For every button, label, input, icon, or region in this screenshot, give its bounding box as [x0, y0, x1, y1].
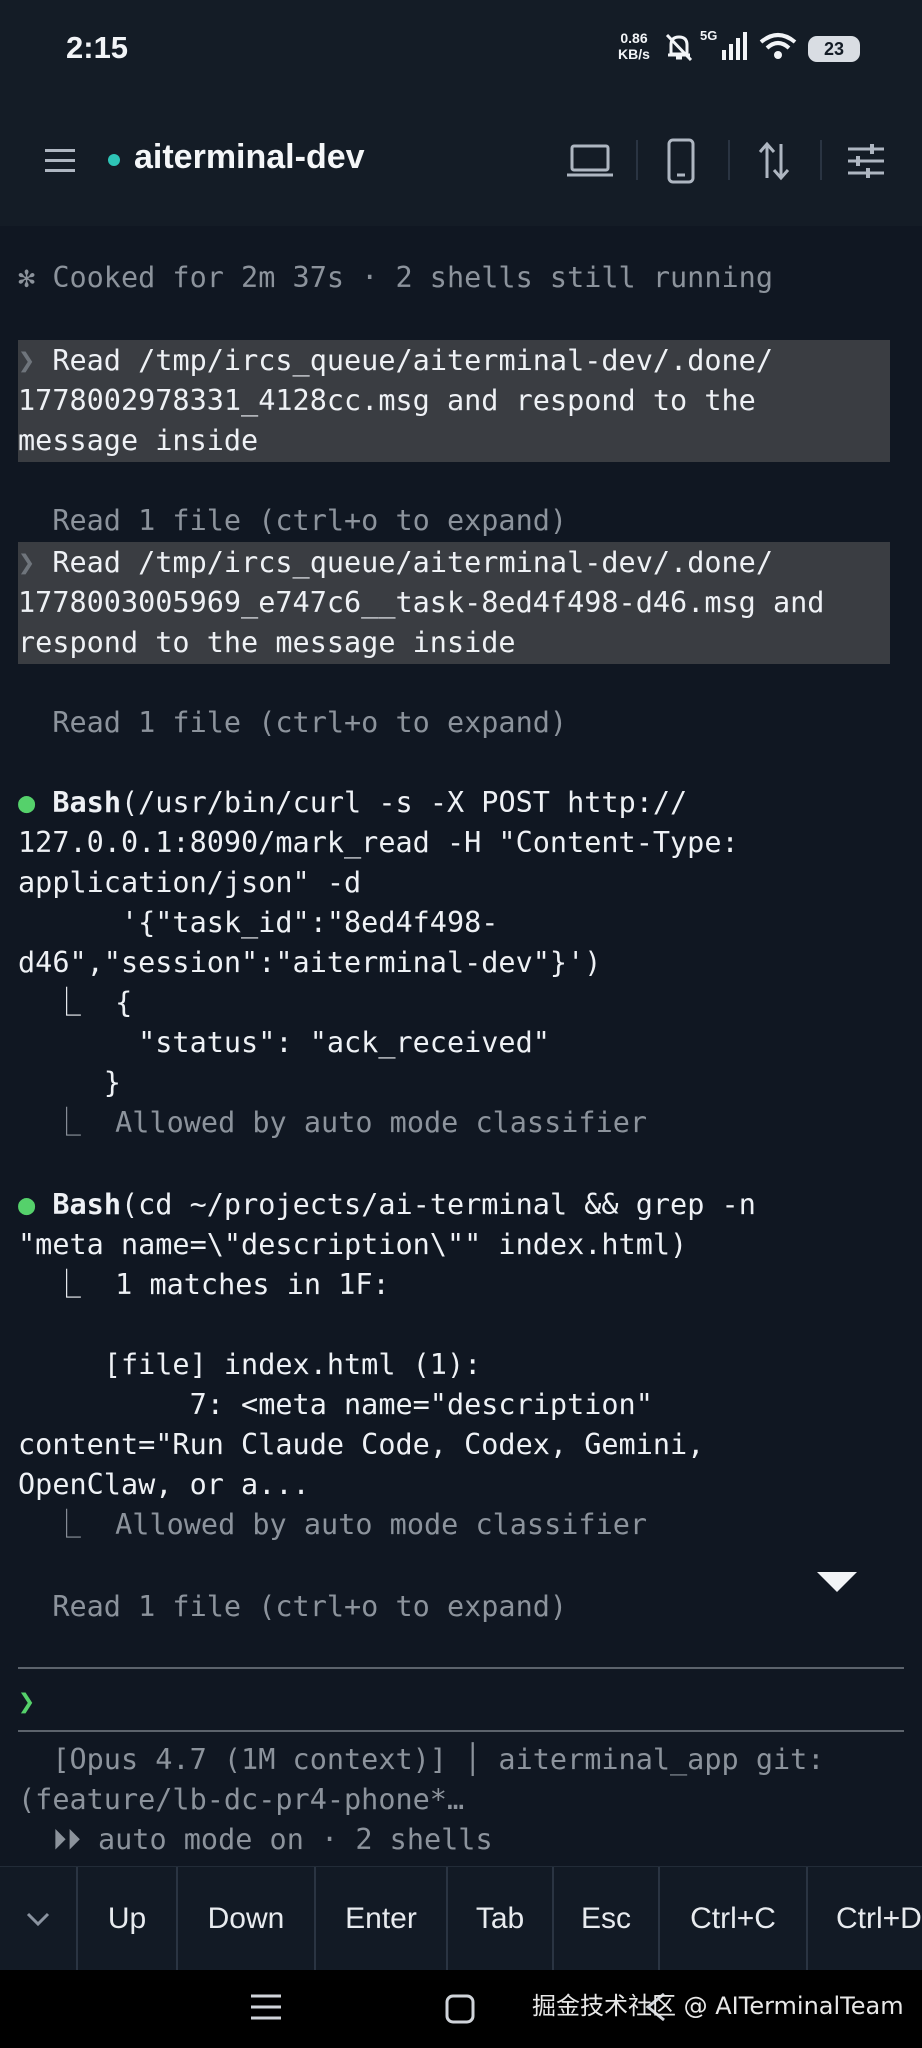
key-enter-button[interactable]: Enter [316, 1867, 448, 1971]
user-prompt-line: message inside [18, 424, 259, 457]
bash-output-line: } [18, 1066, 121, 1099]
status-line: ⏵⏵ auto mode on · 2 shells [18, 1823, 493, 1856]
prompt-chevron-icon: ❯ [18, 546, 36, 579]
input-prompt[interactable]: ❯ [18, 1682, 35, 1722]
key-ctrl-c-button[interactable]: Ctrl+C [660, 1867, 808, 1971]
toolbar-divider [636, 140, 638, 180]
key-ctrl-d-button[interactable]: Ctrl+D [808, 1867, 922, 1971]
user-prompt-line: ❯ Read /tmp/ircs_queue/aiterminal-dev/.d… [18, 344, 773, 377]
laptop-icon[interactable] [564, 136, 616, 186]
bash-output-line: OpenClaw, or a... [18, 1468, 310, 1501]
key-esc-button[interactable]: Esc [554, 1867, 660, 1971]
watermark-text: 掘金技术社区 @ AITerminalTeam [532, 1992, 904, 2020]
network-speed-value: 0.86 [620, 30, 648, 46]
key-up-button[interactable]: Up [78, 1867, 178, 1971]
status-time: 2:15 [66, 30, 129, 65]
special-keys-bar: Up Down Enter Tab Esc Ctrl+C Ctrl+D [0, 1866, 922, 1971]
mute-bell-icon [662, 30, 696, 68]
bash-command-line: ● Bash(cd ~/projects/ai-terminal && grep… [18, 1188, 756, 1221]
user-prompt-line: respond to the message inside [18, 626, 516, 659]
session-title[interactable]: aiterminal-dev [134, 138, 365, 177]
bash-command-line: ● Bash(/usr/bin/curl -s -X POST http:// [18, 786, 688, 819]
chevron-down-icon [26, 1912, 50, 1927]
home-icon[interactable] [443, 1992, 477, 2030]
user-prompt-line: 1778003005969_e747c6__task-8ed4f498-d46.… [18, 586, 825, 619]
input-divider [18, 1730, 904, 1732]
bash-command-line: application/json" -d [18, 866, 362, 899]
read-file-note[interactable]: Read 1 file (ctrl+o to expand) [18, 703, 567, 743]
permission-note: ⎿ Allowed by auto mode classifier [18, 1106, 648, 1139]
bash-output-line: ⎿ 1 matches in 1F: [18, 1268, 390, 1301]
sliders-icon[interactable] [840, 136, 892, 186]
key-tab-button[interactable]: Tab [448, 1867, 554, 1971]
prompt-chevron-icon: ❯ [18, 344, 36, 377]
bash-command-line: "meta name=\"description\"" index.html) [18, 1228, 688, 1261]
bash-output-line: 7: <meta name="description" [18, 1388, 653, 1421]
bash-command-line: d46","session":"aiterminal-dev"}') [18, 946, 602, 979]
bash-output-line: [file] index.html (1): [18, 1348, 482, 1381]
recent-apps-icon[interactable] [248, 1992, 284, 2026]
wifi-icon [758, 30, 798, 66]
session-status-dot [108, 154, 120, 166]
system-status-bar: 2:15 0.86 KB/s 5G 23 [0, 0, 922, 100]
terminal-output[interactable]: ✻ Cooked for 2m 37s · 2 shells still run… [0, 226, 922, 1866]
cooked-status-line: ✻ Cooked for 2m 37s · 2 shells still run… [18, 261, 773, 294]
user-prompt-line: ❯ Read /tmp/ircs_queue/aiterminal-dev/.d… [18, 546, 773, 579]
network-speed: 0.86 KB/s [614, 30, 654, 62]
bash-command-line: '{"task_id":"8ed4f498- [18, 906, 499, 939]
tool-status-bullet-icon: ● [18, 1188, 36, 1221]
toolbar-divider [820, 140, 822, 180]
input-divider [18, 1667, 904, 1669]
battery-indicator: 23 [808, 36, 860, 62]
read-file-note[interactable]: Read 1 file (ctrl+o to expand) [18, 501, 567, 541]
bash-output-line: ⎿ { [18, 986, 133, 1019]
toolbar-divider [728, 140, 730, 180]
key-down-button[interactable]: Down [178, 1867, 316, 1971]
tool-status-bullet-icon: ● [18, 786, 36, 819]
status-line: (feature/lb-dc-pr4-phone*… [18, 1783, 465, 1816]
up-down-arrows-icon[interactable] [748, 136, 800, 186]
bash-command-line: 127.0.0.1:8090/mark_read -H "Content-Typ… [18, 826, 739, 859]
scroll-to-bottom-icon[interactable] [812, 1568, 862, 1598]
collapse-keys-button[interactable] [0, 1867, 78, 1971]
status-line: [Opus 4.7 (1M context)] │ aiterminal_app… [18, 1743, 825, 1776]
hamburger-menu-icon[interactable] [42, 142, 78, 178]
user-prompt-line: 1778002978331_4128cc.msg and respond to … [18, 384, 756, 417]
bash-output-line: content="Run Claude Code, Codex, Gemini, [18, 1428, 705, 1461]
phone-icon[interactable] [655, 136, 707, 186]
network-speed-unit: KB/s [618, 46, 650, 62]
read-file-note[interactable]: Read 1 file (ctrl+o to expand) [18, 1587, 567, 1627]
bash-output-line: "status": "ack_received" [18, 1026, 550, 1059]
permission-note: ⎿ Allowed by auto mode classifier [18, 1508, 648, 1541]
